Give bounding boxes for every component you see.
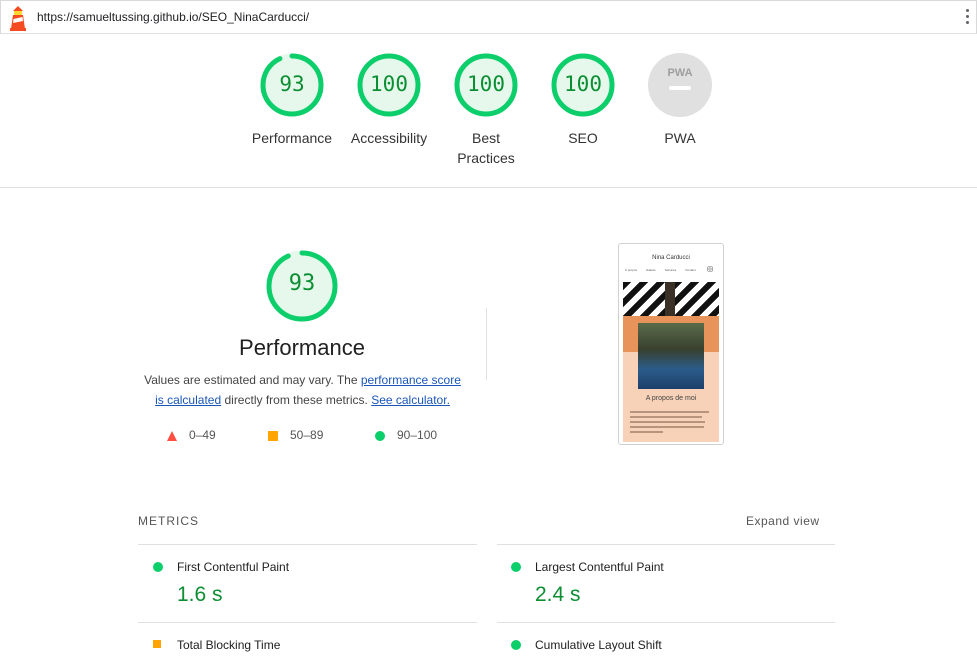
metric-label: First Contentful Paint [177,560,290,574]
metric-divider [497,544,835,545]
gauge-score: 100 [467,72,505,96]
address-bar: https://samueltussing.github.io/SEO_Nina… [0,0,977,34]
metric-value: 2.4 s [535,583,581,606]
performance-description: Values are estimated and may vary. The p… [140,370,465,410]
screenshot-nav-item: Galerie [646,268,656,272]
gauge-label: Performance [251,130,333,146]
metric-label: Largest Contentful Paint [535,560,664,574]
performance-score: 93 [288,271,316,296]
hero-person [665,282,675,316]
gauge-score: 100 [370,72,408,96]
metric-label: Cumulative Layout Shift [535,638,662,652]
average-square-icon [153,640,161,648]
see-calculator-link[interactable]: See calculator. [371,393,450,407]
gauge-label: PWA [664,130,696,146]
desc-text: directly from these metrics. [221,393,372,407]
legend-label: 90–100 [397,428,438,442]
gauge-score: 93 [279,72,305,96]
pass-circle-icon [511,640,521,650]
final-screenshot[interactable]: Nina Carducci À propos Galerie Services Con… [618,243,724,445]
pass-circle-icon [511,562,521,572]
performance-title: Performance [239,335,365,360]
section-divider [0,187,977,188]
screenshot-section-title: A propos de moi [645,395,697,402]
metric-label: Total Blocking Time [177,638,281,652]
page-url[interactable]: https://samueltussing.github.io/SEO_Nina… [37,10,309,24]
gauge-label: Best Practices [457,130,515,166]
screenshot-site-title: Nina Carducci [652,255,690,261]
pwa-badge-icon: PWA [648,53,712,117]
pwa-badge-text: PWA [667,67,692,79]
vertical-divider [486,308,487,380]
screenshot-text-lines [630,411,712,436]
fail-triangle-icon [167,430,177,441]
screenshot-nav-item: Contact [685,268,696,272]
legend-label: 0–49 [189,428,216,442]
gauge-label: Accessibility [350,130,428,146]
gauge-performance[interactable]: 93 Performance [242,52,342,148]
expand-view-toggle[interactable]: Expand view [746,514,820,528]
lighthouse-icon [10,6,26,31]
metric-divider [497,622,835,623]
legend-average: 50–89 [268,428,323,442]
legend-label: 50–89 [290,428,324,442]
legend-pass: 90–100 [375,428,437,442]
instagram-icon [707,266,713,272]
legend-fail: 0–49 [167,428,216,442]
metric-divider [138,544,477,545]
gauge-accessibility[interactable]: 100 Accessibility [339,52,439,148]
screenshot-nav-item: Services [664,268,677,272]
desc-text: Values are estimated and may vary. The [144,373,361,387]
screenshot-nav-item: À propos [625,268,638,272]
pass-circle-icon [153,562,163,572]
screenshot-nav: À propos Galerie Services Contact [625,268,717,272]
metric-value: 1.6 s [177,583,223,606]
pass-circle-icon [375,430,385,441]
gauge-best-practices[interactable]: 100 Best Practices [436,52,536,168]
metrics-heading: METRICS [138,514,199,528]
gauge-seo[interactable]: 100 SEO [533,52,633,148]
kebab-menu-icon[interactable] [966,9,970,25]
gauge-score: 100 [564,72,602,96]
portrait-photo [638,323,704,389]
gauge-pwa[interactable]: PWA PWA [630,52,730,148]
average-square-icon [268,430,278,441]
gauge-label: SEO [568,130,598,146]
metric-divider [138,622,477,623]
